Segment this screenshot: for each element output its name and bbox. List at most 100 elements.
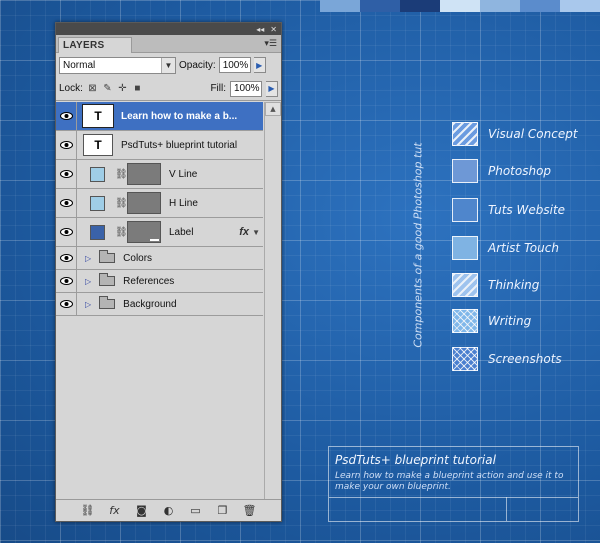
fill-label: Fill:: [210, 83, 226, 94]
folder-icon: [99, 273, 116, 286]
link-chain-icon[interactable]: ⛓: [115, 198, 128, 209]
link-chain-icon[interactable]: ⛓: [115, 227, 128, 238]
add-mask-icon[interactable]: ◙: [135, 504, 149, 517]
legend-swatch: [452, 273, 478, 297]
visibility-eye-icon[interactable]: [56, 131, 77, 159]
layer-row[interactable]: T PsdTuts+ blueprint tutorial: [56, 131, 263, 160]
top-color-strip: [320, 0, 600, 12]
layer-group-row[interactable]: ▷ Colors: [56, 247, 263, 270]
expand-effects-icon[interactable]: ▼: [252, 228, 260, 237]
top-swatch: [400, 0, 440, 12]
folder-icon: [99, 296, 116, 309]
text-layer-thumbnail: T: [82, 104, 114, 128]
info-title: PsdTuts+ blueprint tutorial: [335, 453, 496, 467]
color-fill-thumbnail: [90, 166, 105, 182]
lock-all-icon[interactable]: ■: [132, 83, 143, 94]
legend-label: Writing: [488, 314, 532, 328]
disclosure-triangle-icon[interactable]: ▷: [85, 254, 91, 263]
legend-label: Artist Touch: [488, 241, 559, 255]
lock-position-icon[interactable]: ✛: [117, 83, 128, 94]
blend-mode-value: Normal: [63, 59, 96, 71]
legend-label: Photoshop: [488, 164, 552, 178]
layer-name: References: [123, 275, 175, 287]
layer-name: Background: [123, 298, 177, 310]
visibility-eye-icon[interactable]: [56, 218, 77, 246]
new-layer-icon[interactable]: ❐: [216, 504, 230, 517]
visibility-eye-icon[interactable]: [56, 247, 77, 269]
collapse-icon[interactable]: ◂◂: [256, 25, 264, 34]
visibility-eye-icon[interactable]: [56, 189, 77, 217]
disclosure-triangle-icon[interactable]: ▷: [85, 277, 91, 286]
lock-pixels-icon[interactable]: ✎: [102, 83, 113, 94]
legend-item: Writing: [452, 309, 531, 333]
legend-item: Visual Concept: [452, 122, 578, 146]
panel-menu-icon[interactable]: ▾☰: [264, 39, 277, 49]
layer-name: V Line: [169, 168, 198, 180]
legend-item: Artist Touch: [452, 236, 559, 260]
text-layer-thumbnail: T: [83, 134, 113, 156]
lock-label: Lock:: [59, 83, 83, 94]
legend-item: Photoshop: [452, 159, 551, 183]
vector-mask-thumbnail: [127, 163, 161, 185]
blend-mode-select[interactable]: Normal ▼: [59, 56, 176, 74]
trash-icon[interactable]: 🗑: [243, 504, 257, 517]
panel-titlebar[interactable]: ◂◂ ✕: [56, 23, 281, 35]
layer-group-row[interactable]: ▷ Background: [56, 293, 263, 316]
tab-layers[interactable]: LAYERS: [58, 37, 132, 53]
visibility-eye-icon[interactable]: [56, 160, 77, 188]
vector-mask-thumbnail: [127, 221, 161, 243]
top-swatch: [360, 0, 400, 12]
chart-vertical-title: Components of a good Photoshop tut: [411, 142, 425, 348]
legend-item: Screenshots: [452, 347, 562, 371]
vector-mask-thumbnail: [127, 192, 161, 214]
lock-transparency-icon[interactable]: ⊠: [87, 83, 98, 94]
legend-swatch: [452, 347, 478, 371]
layer-row[interactable]: ⛓ Label fx ▼: [56, 218, 263, 247]
opacity-field[interactable]: 100%: [218, 57, 251, 73]
panel-bottom-toolbar: ⛓ fx ◙ ◐ ▭ ❐ 🗑: [56, 499, 281, 521]
layer-name: H Line: [169, 197, 198, 209]
panel-tab-row: LAYERS ▾☰: [56, 35, 281, 53]
lock-fill-row: Lock: ⊠ ✎ ✛ ■ Fill: 100% ▶: [56, 77, 281, 101]
layer-row[interactable]: ⛓ H Line: [56, 189, 263, 218]
legend-item: Thinking: [452, 273, 539, 297]
legend-label: Screenshots: [488, 352, 562, 366]
layers-scrollbar[interactable]: ▲ ▼: [264, 102, 281, 520]
top-swatch: [440, 0, 480, 12]
close-icon[interactable]: ✕: [270, 25, 277, 34]
opacity-slider-button[interactable]: ▶: [253, 57, 266, 73]
divider: [329, 497, 578, 498]
layer-group-row[interactable]: ▷ References: [56, 270, 263, 293]
layer-name: Learn how to make a b...: [121, 110, 238, 122]
legend-swatch: [452, 309, 478, 333]
visibility-eye-icon[interactable]: [56, 270, 77, 292]
layer-name: Label: [169, 226, 194, 238]
color-fill-thumbnail: [90, 195, 105, 211]
fill-field[interactable]: 100%: [230, 80, 262, 97]
legend-swatch: [452, 236, 478, 260]
layer-row[interactable]: T Learn how to make a b...: [56, 102, 263, 131]
layer-row[interactable]: ⛓ V Line: [56, 160, 263, 189]
chevron-down-icon[interactable]: ▼: [161, 57, 175, 73]
legend-swatch: [452, 198, 478, 222]
scroll-up-icon[interactable]: ▲: [265, 102, 281, 116]
disclosure-triangle-icon[interactable]: ▷: [85, 300, 91, 309]
link-layers-icon[interactable]: ⛓: [81, 504, 95, 517]
new-group-icon[interactable]: ▭: [189, 504, 203, 517]
top-swatch: [520, 0, 560, 12]
adjustment-layer-icon[interactable]: ◐: [162, 504, 176, 517]
link-chain-icon[interactable]: ⛓: [115, 169, 128, 180]
top-swatch: [320, 0, 360, 12]
legend-swatch: [452, 159, 478, 183]
layers-list: T Learn how to make a b... T PsdTuts+ bl…: [56, 102, 263, 316]
layers-panel: ◂◂ ✕ LAYERS ▾☰ Normal ▼ Opacity: 100% ▶ …: [55, 22, 282, 522]
blend-opacity-row: Normal ▼ Opacity: 100% ▶: [56, 53, 281, 77]
fx-icon[interactable]: fx: [239, 226, 249, 238]
top-swatch: [560, 0, 600, 12]
legend-item: Tuts Website: [452, 198, 565, 222]
visibility-eye-icon[interactable]: [56, 293, 77, 315]
layer-name: Colors: [123, 252, 153, 264]
add-layer-style-icon[interactable]: fx: [108, 504, 122, 517]
visibility-eye-icon[interactable]: [56, 102, 77, 130]
fill-slider-button[interactable]: ▶: [266, 80, 278, 97]
